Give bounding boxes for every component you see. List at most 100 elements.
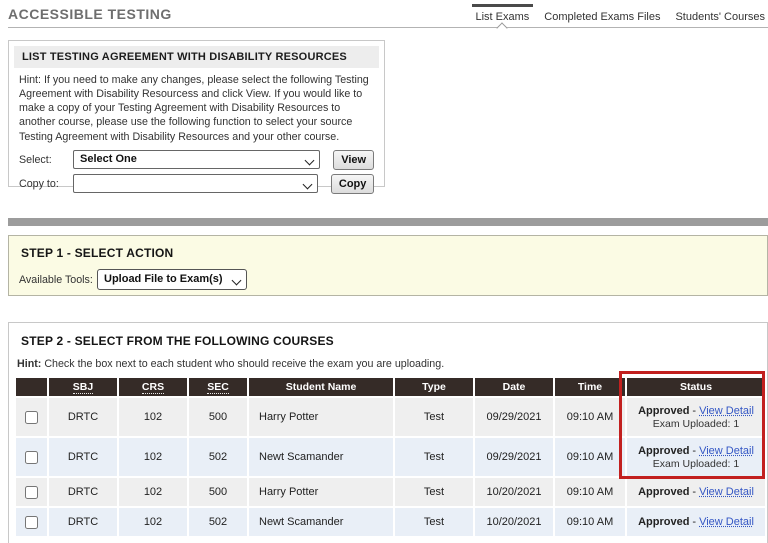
exam-uploaded-count: Exam Uploaded: 1 (652, 417, 740, 430)
column-header-student-name: Student Name (249, 378, 393, 396)
column-header-status: Status (627, 378, 765, 396)
agreement-panel-title: LIST TESTING AGREEMENT WITH DISABILITY R… (14, 46, 379, 68)
step2-hint-text: Check the box next to each student who s… (41, 358, 445, 370)
cell-type: Test (395, 508, 473, 536)
cell-sec: 500 (189, 478, 247, 506)
status-badge: Approved (638, 486, 690, 498)
available-tools-row: Available Tools: Upload File to Exam(s) (19, 269, 767, 290)
table-row: DRTC 102 500 Harry Potter Test 09/29/202… (16, 398, 765, 436)
courses-table: SBJ CRS SEC Student Name Type Date Time … (14, 376, 767, 538)
cell-time: 09:10 AM (555, 398, 625, 436)
column-header-type: Type (395, 378, 473, 396)
page: ACCESSIBLE TESTING List Exams Completed … (0, 0, 768, 543)
step2-hint-label: Hint: (17, 358, 42, 370)
cell-sbj: DRTC (49, 398, 117, 436)
sort-sec[interactable]: SEC (207, 381, 229, 394)
row-checkbox[interactable] (25, 410, 38, 424)
copy-to-label: Copy to: (19, 177, 59, 190)
cell-status: Approved - View Detail (627, 508, 765, 536)
cell-time: 09:10 AM (555, 438, 625, 476)
table-row: DRTC 102 502 Newt Scamander Test 09/29/2… (16, 438, 765, 476)
cell-status: Approved - View Detail (627, 478, 765, 506)
table-header-row: SBJ CRS SEC Student Name Type Date Time … (16, 378, 765, 396)
nav-tab-list-exams[interactable]: List Exams (471, 4, 534, 27)
cell-sec: 502 (189, 438, 247, 476)
cell-crs: 102 (119, 508, 187, 536)
step1-panel: STEP 1 - SELECT ACTION Available Tools: … (8, 235, 768, 296)
cell-type: Test (395, 478, 473, 506)
step2-panel: STEP 2 - SELECT FROM THE FOLLOWING COURS… (8, 322, 768, 543)
cell-crs: 102 (119, 478, 187, 506)
chevron-down-icon (303, 181, 311, 189)
cell-status: Approved - View Detail Exam Uploaded: 1 (627, 438, 765, 476)
cell-date: 09/29/2021 (475, 398, 553, 436)
cell-student-name: Harry Potter (249, 478, 393, 506)
cell-status: Approved - View Detail Exam Uploaded: 1 (627, 398, 765, 436)
cell-time: 09:10 AM (555, 508, 625, 536)
agreement-select-value: Select One (80, 153, 137, 166)
select-label: Select: (19, 153, 52, 166)
cell-sec: 500 (189, 398, 247, 436)
copy-button[interactable]: Copy (330, 173, 374, 194)
view-detail-link[interactable]: View Detail (699, 516, 754, 528)
status-separator: - (692, 516, 697, 528)
cell-sbj: DRTC (49, 508, 117, 536)
sort-crs[interactable]: CRS (141, 381, 165, 394)
cell-student-name: Newt Scamander (249, 508, 393, 536)
cell-sbj: DRTC (49, 438, 117, 476)
cell-date: 10/20/2021 (475, 478, 553, 506)
table-row: DRTC 102 500 Harry Potter Test 10/20/202… (16, 478, 765, 506)
status-badge: Approved (638, 404, 690, 417)
column-header-sbj: SBJ (49, 378, 117, 396)
column-header-date: Date (475, 378, 553, 396)
view-detail-link[interactable]: View Detail (699, 405, 754, 417)
cell-sbj: DRTC (49, 478, 117, 506)
cell-student-name: Harry Potter (249, 398, 393, 436)
status-separator: - (692, 444, 697, 457)
sort-sbj[interactable]: SBJ (72, 381, 94, 394)
cell-type: Test (395, 398, 473, 436)
row-checkbox[interactable] (25, 450, 38, 464)
chevron-down-icon (232, 277, 240, 285)
cell-sec: 502 (189, 508, 247, 536)
nav-tab-completed-exams-files[interactable]: Completed Exams Files (544, 11, 660, 27)
available-tools-value: Upload File to Exam(s) (104, 273, 223, 285)
step1-title: STEP 1 - SELECT ACTION (21, 246, 174, 260)
page-title: ACCESSIBLE TESTING (8, 6, 172, 22)
agreement-panel: LIST TESTING AGREEMENT WITH DISABILITY R… (8, 40, 385, 194)
column-header-sec: SEC (189, 378, 247, 396)
cell-student-name: Newt Scamander (249, 438, 393, 476)
cell-date: 09/29/2021 (475, 438, 553, 476)
section-divider-bar (8, 218, 768, 226)
agreement-select[interactable]: Select One (73, 150, 321, 170)
row-checkbox[interactable] (25, 485, 38, 499)
table-row: DRTC 102 502 Newt Scamander Test 10/20/2… (16, 508, 765, 536)
cell-crs: 102 (119, 438, 187, 476)
view-detail-link[interactable]: View Detail (699, 445, 754, 457)
header-divider (8, 27, 768, 28)
view-detail-link[interactable]: View Detail (699, 486, 754, 498)
agreement-hint: Hint: If you need to make any changes, p… (19, 74, 369, 143)
column-header-time: Time (555, 378, 625, 396)
status-badge: Approved (638, 444, 690, 457)
nav-tab-students-courses[interactable]: Students' Courses (675, 11, 765, 27)
step2-hint: Hint: Check the box next to each student… (17, 358, 767, 370)
view-button[interactable]: View (333, 149, 374, 170)
top-nav: List Exams Completed Exams Files Student… (471, 4, 765, 27)
cell-type: Test (395, 438, 473, 476)
available-tools-label: Available Tools: (19, 273, 93, 286)
column-header-checkbox (16, 378, 47, 396)
cell-time: 09:10 AM (555, 478, 625, 506)
copy-to-select[interactable] (73, 174, 318, 194)
column-header-crs: CRS (119, 378, 187, 396)
status-separator: - (692, 404, 697, 417)
cell-date: 10/20/2021 (475, 508, 553, 536)
cell-crs: 102 (119, 398, 187, 436)
status-separator: - (692, 486, 697, 498)
exam-uploaded-count: Exam Uploaded: 1 (652, 457, 740, 470)
row-checkbox[interactable] (25, 515, 38, 529)
copy-row: Copy to: Copy (19, 173, 374, 194)
available-tools-select[interactable]: Upload File to Exam(s) (97, 269, 247, 290)
select-row: Select: Select One View (19, 149, 374, 170)
status-badge: Approved (638, 516, 690, 528)
